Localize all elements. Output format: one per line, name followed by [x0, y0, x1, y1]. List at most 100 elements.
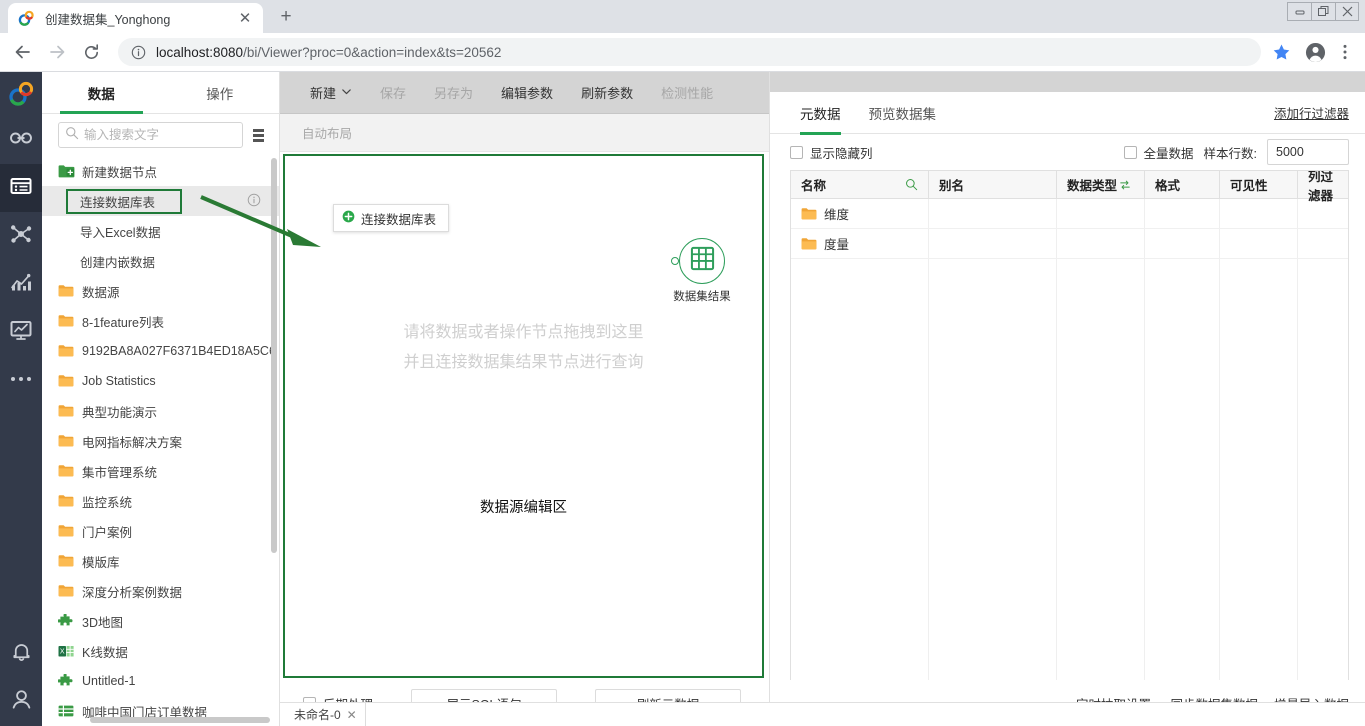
back-button[interactable]: [8, 37, 38, 67]
window-close-button[interactable]: [1335, 2, 1359, 21]
sidebar-item-notifications[interactable]: [0, 630, 42, 678]
tree-item[interactable]: 典型功能演示: [42, 396, 279, 426]
folder-icon: [58, 553, 75, 570]
link-icon: [9, 126, 33, 155]
tree-item-label: 集市管理系统: [82, 462, 157, 481]
document-tab-untitled[interactable]: 未命名-0 ✕: [286, 703, 366, 726]
sidebar-item-account[interactable]: [0, 678, 42, 726]
tree-item[interactable]: 8-1feature列表: [42, 306, 279, 336]
tab-close-icon[interactable]: ✕: [237, 10, 253, 26]
auto-layout-bar: 自动布局: [280, 114, 769, 152]
toolbar-button[interactable]: 新建: [296, 72, 366, 114]
connect-db-table-node[interactable]: 连接数据库表: [333, 204, 449, 232]
tree-item[interactable]: 集市管理系统: [42, 456, 279, 486]
window-maximize-button[interactable]: [1311, 2, 1335, 21]
tab-operations[interactable]: 操作: [161, 72, 280, 113]
show-hidden-columns-row[interactable]: 显示隐藏列: [790, 143, 873, 162]
table-cell: [1145, 199, 1220, 228]
full-data-row[interactable]: 全量数据: [1124, 143, 1194, 162]
toolbar-button-label: 保存: [380, 83, 406, 102]
sidebar-item-node-graph[interactable]: [0, 212, 42, 260]
search-input[interactable]: [84, 128, 236, 142]
toolbar-button[interactable]: 刷新参数: [567, 72, 647, 114]
list-options-icon[interactable]: [253, 126, 269, 144]
tree-item[interactable]: Untitled-1: [42, 666, 279, 696]
document-tab-close-icon[interactable]: ✕: [347, 708, 357, 722]
table-row[interactable]: 度量: [791, 229, 1348, 259]
table-column-header[interactable]: 数据类型: [1057, 171, 1145, 198]
dataset-result-circle[interactable]: [679, 238, 725, 284]
tree-item[interactable]: 导入Excel数据: [42, 216, 279, 246]
app-logo-icon[interactable]: [0, 72, 42, 116]
full-data-checkbox[interactable]: [1124, 146, 1137, 159]
tab-metadata[interactable]: 元数据: [800, 92, 841, 134]
tree-item[interactable]: 电网指标解决方案: [42, 426, 279, 456]
show-hidden-columns-checkbox[interactable]: [790, 146, 803, 159]
folder-icon: [58, 463, 75, 480]
sort-toggle-icon[interactable]: [1119, 179, 1131, 191]
auto-layout-label[interactable]: 自动布局: [302, 123, 352, 142]
tree-item[interactable]: 9192BA8A027F6371B4ED18A5C6: [42, 336, 279, 366]
table-row[interactable]: 维度: [791, 199, 1348, 229]
toolbar-button[interactable]: 编辑参数: [487, 72, 567, 114]
info-icon[interactable]: [247, 193, 261, 210]
table-cell: 度量: [791, 229, 929, 258]
dataset-result-node[interactable]: 数据集结果: [671, 238, 733, 304]
address-bar[interactable]: localhost:8080/bi/Viewer?proc=0&action=i…: [118, 38, 1261, 66]
tree-item-label: K线数据: [82, 642, 128, 661]
new-tab-button[interactable]: +: [272, 3, 300, 31]
dataflow-canvas[interactable]: 连接数据库表 数据集结果 请将数据或者操作节点拖拽到这里 并且连接数据集结果节点…: [283, 154, 764, 678]
add-row-filter-link[interactable]: 添加行过滤器: [1274, 103, 1349, 122]
tree-item[interactable]: 新建数据节点: [42, 156, 279, 186]
forward-button[interactable]: [42, 37, 72, 67]
tree-item[interactable]: 3D地图: [42, 606, 279, 636]
sidebar-item-dashboard[interactable]: [0, 308, 42, 356]
document-tab-label: 未命名-0: [294, 706, 341, 723]
tree-item[interactable]: XK线数据: [42, 636, 279, 666]
more-dots-icon[interactable]: [0, 356, 42, 402]
tree-item[interactable]: Job Statistics: [42, 366, 279, 396]
folder-icon: [801, 207, 817, 221]
table-cell: [1298, 229, 1348, 258]
tree-item[interactable]: 监控系统: [42, 486, 279, 516]
toolbar-button: 另存为: [420, 72, 487, 114]
node-graph-icon: [9, 222, 33, 251]
page-info-icon[interactable]: [130, 44, 146, 60]
table-column-header[interactable]: 列过滤器: [1298, 171, 1348, 198]
left-panel-search-row: [42, 114, 279, 156]
sample-rows-input[interactable]: 5000: [1267, 139, 1349, 165]
tab-data[interactable]: 数据: [42, 72, 161, 113]
tab-preview-dataset[interactable]: 预览数据集: [869, 92, 937, 134]
browser-tab[interactable]: 创建数据集_Yonghong ✕: [8, 3, 263, 33]
search-icon: [65, 126, 84, 145]
sidebar-item-dataset[interactable]: [0, 164, 42, 212]
sidebar-item-connections[interactable]: [0, 116, 42, 164]
tree-item[interactable]: 深度分析案例数据: [42, 576, 279, 606]
column-search-icon[interactable]: [905, 178, 918, 191]
profile-avatar-icon[interactable]: [1301, 38, 1329, 66]
left-panel-hscrollbar[interactable]: [90, 717, 270, 723]
table-column-header[interactable]: 格式: [1145, 171, 1220, 198]
left-panel-scrollbar[interactable]: [271, 158, 277, 553]
left-panel: 数据 操作 新建数据节点连接数据库表导入Excel数据创建内嵌数据数据源8-1f…: [42, 72, 280, 726]
node-input-port[interactable]: [671, 257, 679, 265]
bookmark-star-icon[interactable]: [1267, 38, 1295, 66]
browser-menu-icon[interactable]: [1333, 38, 1357, 66]
user-icon: [10, 688, 33, 716]
sidebar-item-analysis[interactable]: [0, 260, 42, 308]
table-column-header[interactable]: 名称: [791, 171, 929, 198]
tree-item[interactable]: 数据源: [42, 276, 279, 306]
reload-button[interactable]: [76, 37, 106, 67]
tree-item[interactable]: 门户案例: [42, 516, 279, 546]
window-minimize-button[interactable]: [1287, 2, 1311, 21]
folder-icon: [58, 523, 75, 540]
tree-item-label: 8-1feature列表: [82, 312, 164, 331]
table-column-header[interactable]: 别名: [929, 171, 1057, 198]
table-column-header[interactable]: 可见性: [1220, 171, 1298, 198]
toolbar-button-label: 检测性能: [661, 83, 713, 102]
tree-item[interactable]: 创建内嵌数据: [42, 246, 279, 276]
search-field-wrapper[interactable]: [58, 122, 243, 148]
folder-icon: [58, 403, 75, 420]
tree-item[interactable]: 模版库: [42, 546, 279, 576]
folder-icon: [58, 433, 75, 450]
